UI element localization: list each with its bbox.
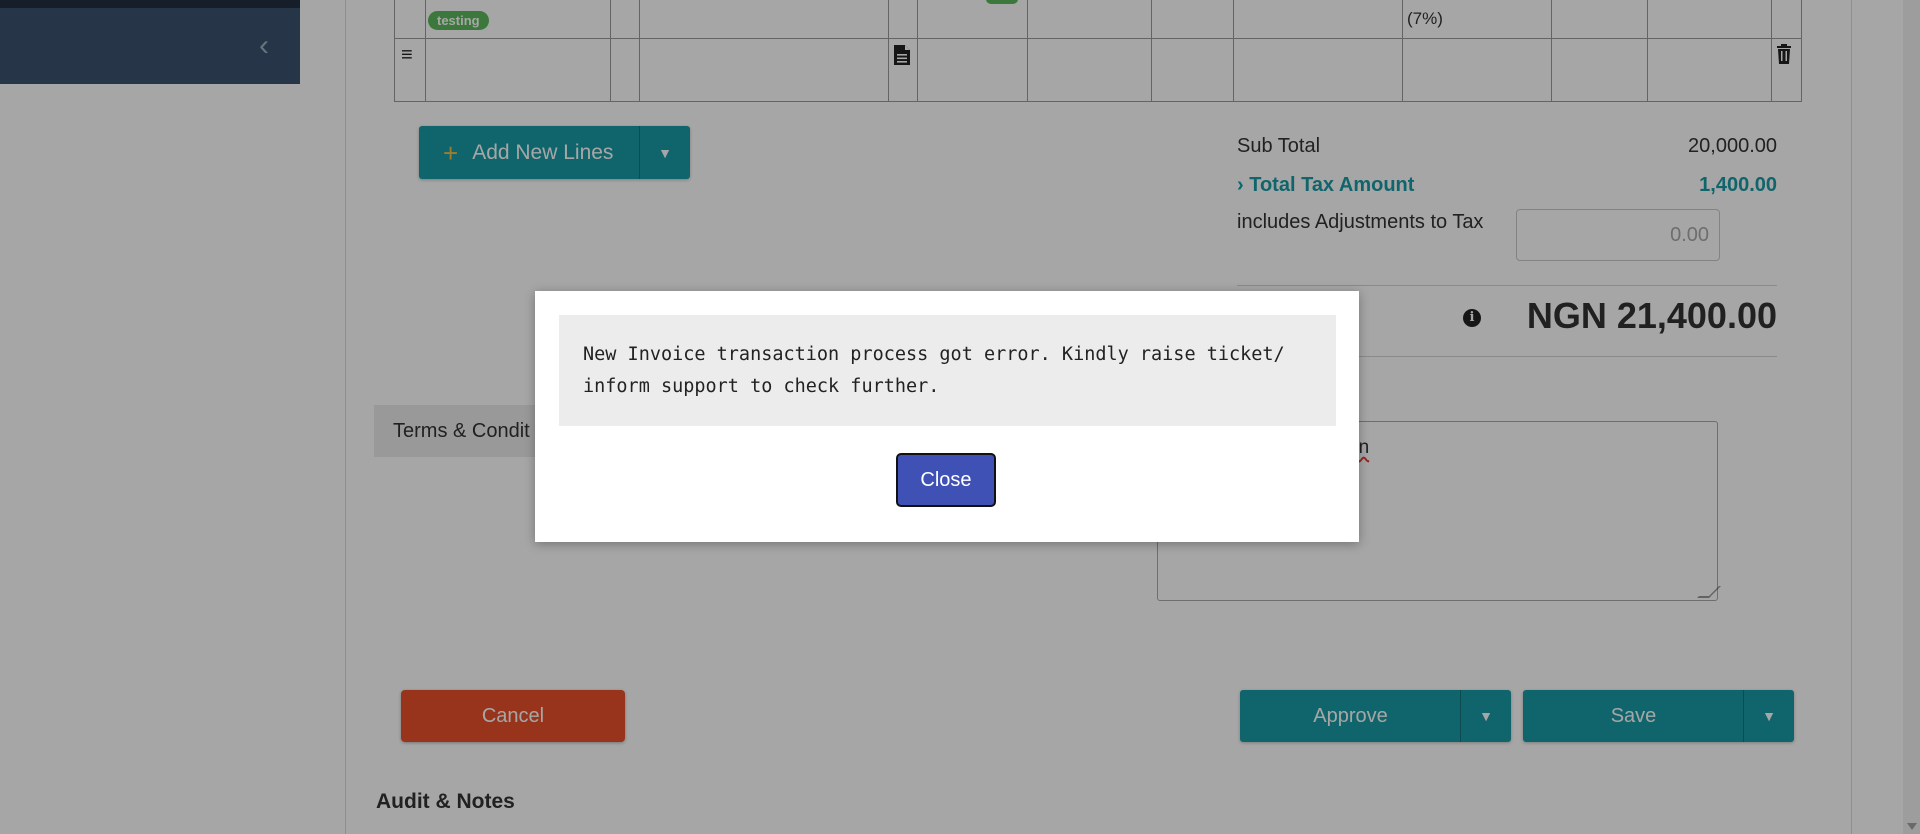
- close-button[interactable]: Close: [896, 453, 996, 507]
- error-message: New Invoice transaction process got erro…: [559, 315, 1336, 426]
- error-dialog: New Invoice transaction process got erro…: [535, 291, 1359, 542]
